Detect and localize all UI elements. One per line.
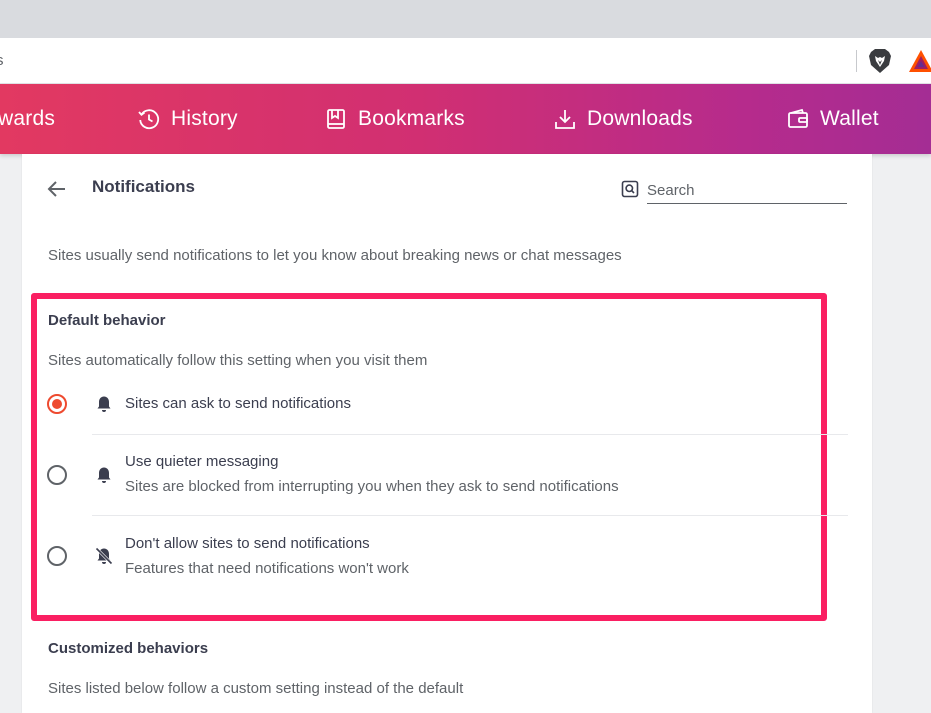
- brave-lion-icon[interactable]: [868, 48, 892, 74]
- radio-allow-ask[interactable]: [47, 394, 67, 414]
- default-behavior-subtitle: Sites automatically follow this setting …: [48, 352, 428, 369]
- bell-icon: [97, 467, 111, 483]
- customized-behaviors-title: Customized behaviors: [48, 640, 209, 657]
- address-bar[interactable]: s: [0, 38, 931, 84]
- nav-downloads-label: Downloads: [587, 107, 693, 130]
- nav-bookmarks-label: Bookmarks: [358, 107, 465, 130]
- search-box[interactable]: [621, 178, 847, 205]
- brave-rewards-triangle-icon[interactable]: [908, 49, 931, 73]
- wallet-icon: [788, 108, 808, 128]
- option-block-label[interactable]: Don't allow sites to send notifications: [125, 535, 370, 552]
- bookmark-icon: [327, 109, 345, 129]
- default-behavior-title: Default behavior: [48, 312, 166, 329]
- nav-wallet[interactable]: Wallet: [786, 84, 879, 154]
- back-arrow-icon[interactable]: [46, 178, 68, 200]
- browser-tab-strip: [0, 0, 931, 38]
- option-quieter-sub: Sites are blocked from interrupting you …: [125, 478, 619, 495]
- bell-icon: [97, 396, 111, 412]
- url-text[interactable]: s: [0, 52, 4, 69]
- nav-downloads[interactable]: Downloads: [553, 84, 693, 154]
- nav-bookmarks[interactable]: Bookmarks: [324, 84, 465, 154]
- customized-behaviors-subtitle: Sites listed below follow a custom setti…: [48, 680, 464, 697]
- history-clock-icon: [138, 109, 160, 130]
- option-block-sub: Features that need notifications won't w…: [125, 560, 409, 577]
- option-allow-ask-label[interactable]: Sites can ask to send notifications: [125, 395, 351, 412]
- nav-rewards[interactable]: wards: [0, 84, 55, 154]
- bell-off-icon: [95, 547, 113, 565]
- nav-rewards-label: wards: [0, 107, 56, 130]
- brave-nav-bar: wards History Bookmarks Downloads Wallet: [0, 84, 931, 154]
- download-icon: [555, 110, 575, 129]
- nav-wallet-label: Wallet: [820, 107, 879, 130]
- nav-history-label: History: [171, 107, 238, 130]
- page-description: Sites usually send notifications to let …: [48, 247, 622, 264]
- option-quieter-label[interactable]: Use quieter messaging: [125, 453, 278, 470]
- radio-block-notifications[interactable]: [47, 546, 67, 566]
- radio-quieter-messaging[interactable]: [47, 465, 67, 485]
- search-input[interactable]: [647, 178, 847, 204]
- option-divider: [92, 434, 848, 435]
- page-title: Notifications: [92, 177, 195, 196]
- option-divider: [92, 515, 848, 516]
- nav-history[interactable]: History: [137, 84, 238, 154]
- toolbar-divider: [856, 50, 857, 72]
- search-icon: [621, 180, 639, 198]
